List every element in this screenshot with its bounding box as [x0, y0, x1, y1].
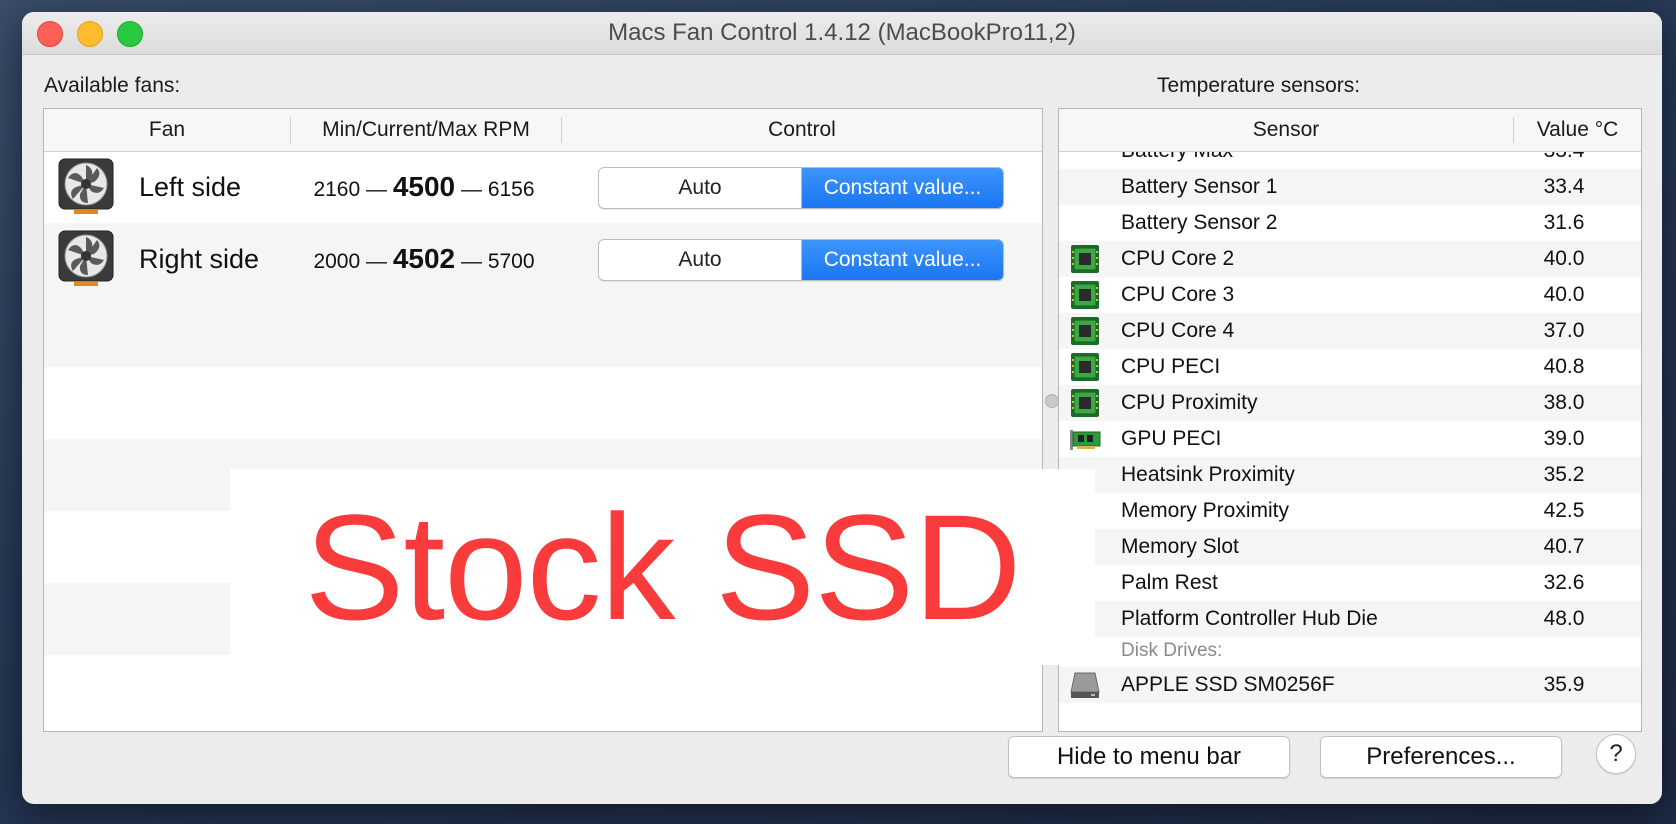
sensor-group-label: Disk Drives: [1121, 640, 1223, 661]
fan-rpm-min: 2000 [313, 250, 361, 273]
sensor-value: 48.0 [1543, 607, 1585, 630]
sensor-value: 40.0 [1543, 247, 1585, 270]
column-header-control[interactable]: Control [562, 109, 1042, 151]
sensor-name: Heatsink Proximity [1121, 463, 1295, 486]
overlay-annotation: Stock SSD [230, 469, 1095, 665]
sensor-name: CPU PECI [1121, 355, 1221, 378]
help-button[interactable]: ? [1596, 734, 1636, 774]
auto-button[interactable]: Auto [599, 240, 802, 280]
constant-value-button[interactable]: Constant value... [802, 168, 1003, 208]
sensor-name: Battery Sensor 2 [1121, 211, 1278, 234]
sensor-value: 31.6 [1543, 211, 1585, 234]
sensor-value: 40.7 [1543, 535, 1585, 558]
sensor-value: 35.9 [1543, 673, 1585, 696]
fan-name: Right side [139, 244, 260, 274]
app-window: Macs Fan Control 1.4.12 (MacBookPro11,2)… [22, 12, 1662, 804]
preferences-button[interactable]: Preferences... [1320, 736, 1562, 778]
sensor-value: 35.2 [1543, 463, 1585, 486]
sensor-row[interactable]: CPU Core 3 40.0 [1059, 277, 1641, 313]
window-title: Macs Fan Control 1.4.12 (MacBookPro11,2) [608, 19, 1076, 46]
fan-row-right[interactable]: Right side 2000 — 4502 — 5700 Auto Const… [44, 223, 1042, 295]
column-header-fan[interactable]: Fan [44, 109, 290, 151]
fan-name: Left side [139, 172, 242, 202]
sensor-name: Battery Sensor 1 [1121, 175, 1278, 198]
overlay-text: Stock SSD [304, 483, 1021, 651]
fan-control-segmented: Auto Constant value... [598, 167, 1004, 209]
sensor-name: CPU Core 3 [1121, 283, 1235, 306]
rpm-separator: — [366, 250, 387, 273]
sensor-group-row: Disk Drives: [1059, 635, 1641, 667]
fan-rpm-current: 4500 [392, 171, 456, 202]
cpu-chip-icon [1071, 353, 1099, 381]
column-header-sensor[interactable]: Sensor [1059, 109, 1513, 151]
sensors-table: Sensor Value °C Battery Max33.4Battery S… [1058, 108, 1642, 732]
sensor-name: Palm Rest [1121, 571, 1218, 594]
sensor-row[interactable]: CPU Core 4 37.0 [1059, 313, 1641, 349]
ssd-drive-icon [1070, 672, 1100, 698]
cpu-chip-icon [1071, 317, 1099, 345]
hide-to-menu-bar-button[interactable]: Hide to menu bar [1008, 736, 1290, 778]
gpu-card-icon [1070, 430, 1101, 450]
fan-rpm: 2160 — 4500 — 6156 [294, 151, 554, 223]
constant-value-button[interactable]: Constant value... [802, 240, 1003, 280]
available-fans-label: Available fans: [44, 74, 181, 97]
sensor-name: Memory Proximity [1121, 499, 1290, 522]
sensor-name: GPU PECI [1121, 427, 1222, 450]
rpm-separator: — [460, 178, 482, 201]
auto-button[interactable]: Auto [599, 168, 802, 208]
column-header-value[interactable]: Value °C [1514, 109, 1641, 151]
sensor-value: 39.0 [1543, 427, 1585, 450]
sensor-value: 38.0 [1543, 391, 1585, 414]
sensor-value: 33.4 [1543, 175, 1585, 198]
temperature-sensors-label: Temperature sensors: [1157, 74, 1361, 97]
fan-row-left[interactable]: Left side 2160 — 4500 — 6156 Auto Consta… [44, 151, 1042, 223]
fans-table-header: Fan Min/Current/Max RPM Control [44, 109, 1042, 152]
sensor-row[interactable]: APPLE SSD SM0256F 35.9 [1059, 667, 1641, 703]
fan-icon [58, 158, 114, 214]
sensor-row[interactable]: CPU Core 2 40.0 [1059, 241, 1641, 277]
sensor-row[interactable]: GPU PECI 39.0 [1059, 421, 1641, 457]
sensor-row[interactable]: CPU Proximity 38.0 [1059, 385, 1641, 421]
sensor-name: Platform Controller Hub Die [1121, 607, 1378, 630]
sensor-row[interactable]: Memory Slot 40.7 [1059, 529, 1641, 565]
sensor-name: CPU Core 2 [1121, 247, 1235, 270]
sensor-name: APPLE SSD SM0256F [1121, 673, 1335, 696]
sensor-row[interactable]: Memory Proximity 42.5 [1059, 493, 1641, 529]
sensor-row[interactable]: Battery Sensor 1 33.4 [1059, 169, 1641, 205]
sensor-row[interactable]: CPU PECI 40.8 [1059, 349, 1641, 385]
sensor-value: 40.8 [1543, 355, 1585, 378]
sensor-row[interactable]: Platform Controller Hub Die 48.0 [1059, 601, 1641, 637]
panel-splitter-handle[interactable] [1045, 394, 1059, 408]
fan-icon [58, 230, 114, 286]
rpm-separator: — [460, 250, 482, 273]
rpm-separator: — [366, 178, 387, 201]
column-header-rpm[interactable]: Min/Current/Max RPM [291, 109, 561, 151]
cpu-chip-icon [1071, 281, 1099, 309]
fan-control-segmented: Auto Constant value... [598, 239, 1004, 281]
sensor-value: 32.6 [1543, 571, 1585, 594]
sensor-name: CPU Core 4 [1121, 319, 1235, 342]
fan-rpm: 2000 — 4502 — 5700 [294, 223, 554, 295]
sensor-name: Memory Slot [1121, 535, 1239, 558]
sensor-list[interactable]: Battery Max33.4Battery Sensor 133.4Batte… [1059, 109, 1641, 731]
sensor-name: CPU Proximity [1121, 391, 1258, 414]
cpu-chip-icon [1071, 389, 1099, 417]
fan-rpm-min: 2160 [313, 178, 361, 201]
sensor-row[interactable]: Battery Sensor 2 31.6 [1059, 205, 1641, 241]
sensors-table-header: Sensor Value °C [1059, 109, 1641, 152]
title-bar[interactable]: Macs Fan Control 1.4.12 (MacBookPro11,2) [22, 12, 1662, 55]
fan-rpm-max: 5700 [487, 250, 535, 273]
sensor-value: 40.0 [1543, 283, 1585, 306]
sensor-row[interactable]: Heatsink Proximity 35.2 [1059, 457, 1641, 493]
sensor-value: 37.0 [1543, 319, 1585, 342]
cpu-chip-icon [1071, 245, 1099, 273]
fan-rpm-current: 4502 [392, 243, 456, 274]
fan-rpm-max: 6156 [487, 178, 535, 201]
sensor-value: 42.5 [1543, 499, 1585, 522]
sensor-row[interactable]: Palm Rest 32.6 [1059, 565, 1641, 601]
